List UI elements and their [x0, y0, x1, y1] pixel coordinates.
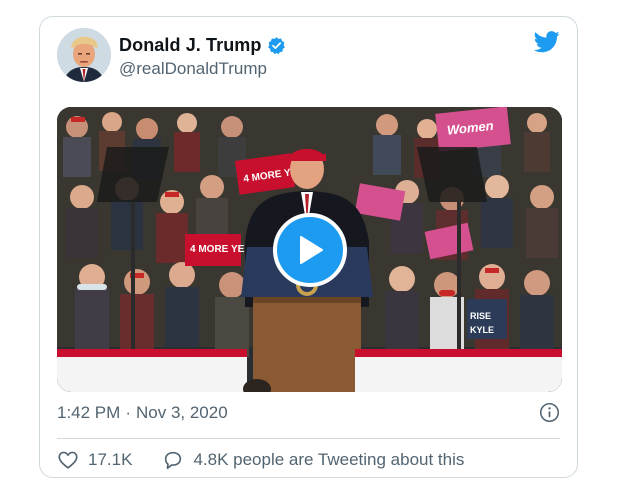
speech-bubble-icon[interactable]: [162, 449, 184, 471]
user-handle[interactable]: @realDonaldTrump: [119, 59, 267, 79]
avatar[interactable]: [57, 28, 111, 82]
tweet-card[interactable]: Donald J. Trump @realDonaldTrump 4 MORE …: [39, 16, 578, 478]
sign-text: KYLE: [470, 325, 494, 335]
like-action[interactable]: 17.1K: [57, 449, 132, 471]
teleprompter: [97, 147, 169, 202]
display-name[interactable]: Donald J. Trump: [119, 35, 262, 56]
timestamp-separator: ·: [125, 403, 131, 422]
reply-action[interactable]: 4.8K people are Tweeting about this: [162, 449, 464, 471]
heart-icon[interactable]: [57, 449, 79, 471]
tweet-date[interactable]: Nov 3, 2020: [136, 403, 228, 423]
info-icon[interactable]: [539, 402, 560, 423]
sign-text: 4 MORE YE: [190, 244, 245, 255]
play-icon: [299, 235, 323, 264]
tweet-actions: 17.1K 4.8K people are Tweeting about thi…: [57, 449, 464, 471]
divider: [57, 438, 560, 439]
reply-text[interactable]: 4.8K people are Tweeting about this: [193, 450, 464, 470]
twitter-bird-icon[interactable]: [534, 31, 560, 53]
sign-text: RISE: [470, 311, 491, 321]
tweet-timestamp[interactable]: 1:42 PM · Nov 3, 2020: [57, 403, 228, 423]
like-count[interactable]: 17.1K: [88, 450, 132, 470]
video-player[interactable]: 4 MORE YEA 4 MORE YE Women RISE KYLE: [57, 107, 562, 392]
verified-badge-icon: [267, 37, 285, 55]
teleprompter: [417, 147, 487, 202]
tweet-time[interactable]: 1:42 PM: [57, 403, 120, 423]
author-name-row[interactable]: Donald J. Trump: [119, 35, 286, 56]
play-button[interactable]: [272, 212, 347, 287]
